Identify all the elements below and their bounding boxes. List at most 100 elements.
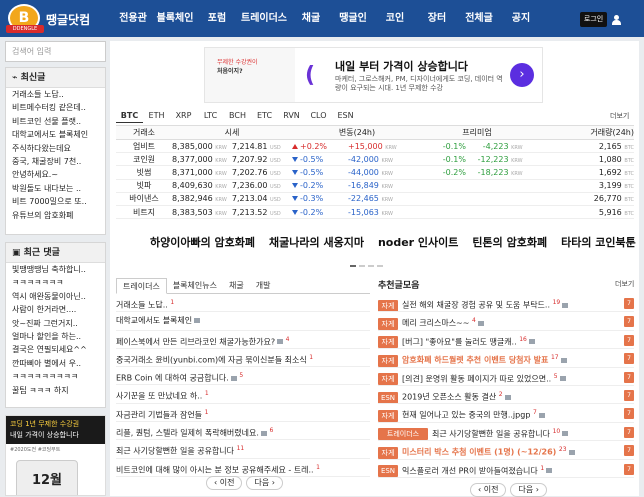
nav-item[interactable]: 전체글	[458, 0, 500, 37]
exchange-name[interactable]: 바이낸스	[116, 192, 172, 206]
list-item[interactable]: 거래소들 노답.. 1	[116, 294, 370, 313]
list-item[interactable]: 유튜브의 암호화폐	[6, 209, 105, 222]
list-item[interactable]: 자게 [의견] 운영위 활동 페이지가 따로 있었으면.. 57	[378, 368, 634, 386]
list-item[interactable]: 앗~진짜 그런거지..	[6, 317, 105, 330]
list-item[interactable]: ㅋㅋㅋㅋㅋㅋㅋㅋㅋ	[6, 370, 105, 383]
tab-ltc[interactable]: LTC	[197, 108, 224, 123]
tab-xrp[interactable]: XRP	[170, 108, 197, 123]
list-item[interactable]: 대학교에서도 블록체인	[116, 312, 370, 331]
nav-item[interactable]: 땡글인	[332, 0, 374, 37]
banner-item[interactable]: 채굴나라의 새옹지마	[269, 234, 364, 250]
list-item[interactable]: ESN 2019년 오픈소스 활동 결산 27	[378, 386, 634, 405]
nav-item[interactable]: 채굴	[290, 0, 332, 37]
table-row[interactable]: 바이낸스 8,382,946 KRW 7,213.04 USD -0.3% -22,4…	[116, 192, 634, 206]
nav-item[interactable]: 전용관	[112, 0, 154, 37]
tab-eth[interactable]: ETH	[143, 108, 170, 123]
list-item[interactable]: 비트 7000밀으로 또..	[6, 195, 105, 208]
exchange-name[interactable]: 빗파	[116, 179, 172, 193]
recommended-panel: 추천글모음 자게 실전 해외 채굴장 경험 공유 및 도움 부탁드.. 19 7 자게…	[378, 278, 634, 478]
nav-item[interactable]: 공지	[500, 0, 542, 37]
carousel-dot[interactable]	[350, 265, 356, 267]
tab-dev[interactable]: 개발	[250, 278, 277, 293]
tab-btc[interactable]: BTC	[116, 108, 143, 123]
list-item[interactable]: 중국거래소 윤비(yunbi.com)에 자금 묶이신분들 최소식 1	[116, 349, 370, 368]
tab-etc[interactable]: ETC	[251, 108, 278, 123]
search-input[interactable]: 검색어 입력	[5, 41, 106, 62]
list-item[interactable]: ㅋㅋㅋㅋㅋㅋㅋ	[6, 276, 105, 289]
list-item[interactable]: 최근 사기당할뻔한 일을 공유합니다 11	[116, 440, 370, 459]
prev-button[interactable]: ‹ 이전	[470, 483, 507, 497]
table-row[interactable]: 코인원 8,377,000 KRW 7,207.92 USD -0.5% -42,00…	[116, 152, 634, 167]
list-item[interactable]: 역시 애완동물이아닌..	[6, 290, 105, 303]
comment-count: 1	[309, 353, 314, 361]
list-item[interactable]: 페이스북에서 만든 리브라코인 채굴가능한가요? 4	[116, 331, 370, 349]
table-row[interactable]: 비트지 8,383,503 KRW 7,213.52 USD -0.2% -15,06…	[116, 205, 634, 220]
user-icon[interactable]	[612, 15, 621, 25]
list-item[interactable]: 자금관리 기법들과 잠언들 1	[116, 404, 370, 423]
promo-banner[interactable]: 코딩 1년 무제한 수강권 내일 가격이 상승합니다 #2020도전 #코딩부트…	[5, 415, 106, 496]
tab-bch[interactable]: BCH	[224, 108, 251, 123]
list-item[interactable]: 자게 메리 크리스마스~~ 47	[378, 312, 634, 331]
login-button[interactable]: 로그인	[580, 12, 607, 27]
tab-rvn[interactable]: RVN	[278, 108, 305, 123]
exchange-name[interactable]: 빗썸	[116, 165, 172, 180]
list-item[interactable]: 트레이더스 최근 사기당할뻔한 일을 공유합니다 10 7	[378, 423, 634, 442]
table-row[interactable]: 빗썸 8,371,000 KRW 7,202.76 USD -0.5% -44,000…	[116, 165, 634, 180]
banner-item[interactable]: 틴톤의 암호화폐	[472, 234, 547, 250]
next-button[interactable]: 다음 ›	[510, 483, 547, 497]
list-item[interactable]: 자게 암호화폐 하드월렛 추천 이벤트 당첨자 발표 17 7	[378, 349, 634, 368]
banner-item[interactable]: noder 인사이트	[378, 234, 458, 250]
list-item[interactable]: 깐따삐아 별에서 우..	[6, 357, 105, 370]
list-item[interactable]: 비트코인 선물 플랫..	[6, 115, 105, 128]
carousel-dot[interactable]	[359, 265, 365, 267]
list-item[interactable]: ERB Coin 에 대하여 궁금합니다. 5	[116, 367, 370, 386]
list-item[interactable]: 사람이 한거라면....	[6, 303, 105, 316]
exchange-name[interactable]: 코인원	[116, 152, 172, 167]
prev-button[interactable]: ‹ 이전	[206, 476, 243, 490]
nav-item[interactable]: 장터	[416, 0, 458, 37]
nav-item[interactable]: 트레이더스	[238, 0, 290, 37]
tab-clo[interactable]: CLO	[305, 108, 332, 123]
ad-banner[interactable]: 무제한 수강권이 처음이지? ( 내일 부터 가격이 상승합니다 마케터, 그로…	[204, 47, 543, 103]
list-item[interactable]: 자게 [버그] "좋아요"를 눌러도 땡글캐.. 16 7	[378, 331, 634, 350]
banner-item[interactable]: 하양이아빠의 암호화폐	[150, 234, 255, 250]
next-button[interactable]: 다음 ›	[246, 476, 283, 490]
banner-item[interactable]: 타타의 코인북툰	[561, 234, 636, 250]
list-item[interactable]: 주식하다왔는데요	[6, 142, 105, 155]
table-row[interactable]: 업비트 8,385,000 KRW 7,214.81 USD +0.2% +15,00…	[116, 139, 634, 154]
exchange-name[interactable]: 업비트	[116, 139, 172, 154]
list-item[interactable]: 비트메수터킹 같은데..	[6, 101, 105, 114]
carousel-dot[interactable]	[368, 265, 374, 267]
list-item[interactable]: ESN 익스플로러 개선 PR이 받아들여졌습니다 17	[378, 460, 634, 478]
site-logo[interactable]: B DDENGLE 땡글닷컴	[6, 4, 102, 34]
quotes-more-link[interactable]: 더보기	[610, 111, 629, 121]
list-item[interactable]: 대학교에서도 블록체인	[6, 128, 105, 141]
list-item[interactable]: 거래소들 노답..	[6, 88, 105, 101]
nav-item[interactable]: 블록체인	[154, 0, 196, 37]
tab-esn[interactable]: ESN	[332, 108, 359, 123]
table-row[interactable]: 빗파 8,409,630 KRW 7,236.00 USD -0.2% -16,849…	[116, 179, 634, 193]
list-item[interactable]: 결국은 연필되세요^^	[6, 343, 105, 356]
nav-item[interactable]: 포럼	[196, 0, 238, 37]
recommended-more-link[interactable]: 더보기	[615, 279, 634, 289]
list-item[interactable]: 리플, 퀀텀, 스텔라 일제히 폭락해버렸네요. 6	[116, 422, 370, 441]
tab-blockchain-news[interactable]: 블록체인뉴스	[167, 278, 223, 293]
exchange-name[interactable]: 비트지	[116, 205, 172, 220]
tab-traders[interactable]: 트레이더스	[116, 278, 167, 294]
list-item[interactable]: 자게 미스터리 박스 추첨 이벤트 (1명) (~12/26) 23 7	[378, 441, 634, 460]
list-item[interactable]: 중국, 채굴장비 7천..	[6, 155, 105, 168]
tab-mining[interactable]: 채굴	[223, 278, 250, 293]
list-item[interactable]: 자게 현재 일어나고 있는 중국의 만행..jpgp 77	[378, 404, 634, 423]
nav-item[interactable]: 코인	[374, 0, 416, 37]
ad-arrow-icon[interactable]: ›	[510, 63, 534, 87]
list-item[interactable]: 얼마나 할인을 하는..	[6, 330, 105, 343]
list-item[interactable]: 안녕하세요.~	[6, 168, 105, 181]
list-item[interactable]: 꿀팁 ㅋㅋㅋ 하지	[6, 384, 105, 397]
list-item[interactable]: 비트코인에 대해 많이 아시는 분 정보 공유해주세요 - 트레.. 1	[116, 459, 370, 477]
list-item[interactable]: 빛땡땡땡님 축하합니..	[6, 263, 105, 276]
list-item[interactable]: 자게 실전 해외 채굴장 경험 공유 및 도움 부탁드.. 19 7	[378, 294, 634, 313]
list-item[interactable]: 박원돌도 내다보는 ..	[6, 182, 105, 195]
list-item[interactable]: 사기꾼을 또 만났네요 하.. 1	[116, 385, 370, 404]
carousel-dot[interactable]	[377, 265, 383, 267]
price-cell: 8,382,946 KRW 7,213.04 USD	[172, 192, 292, 206]
